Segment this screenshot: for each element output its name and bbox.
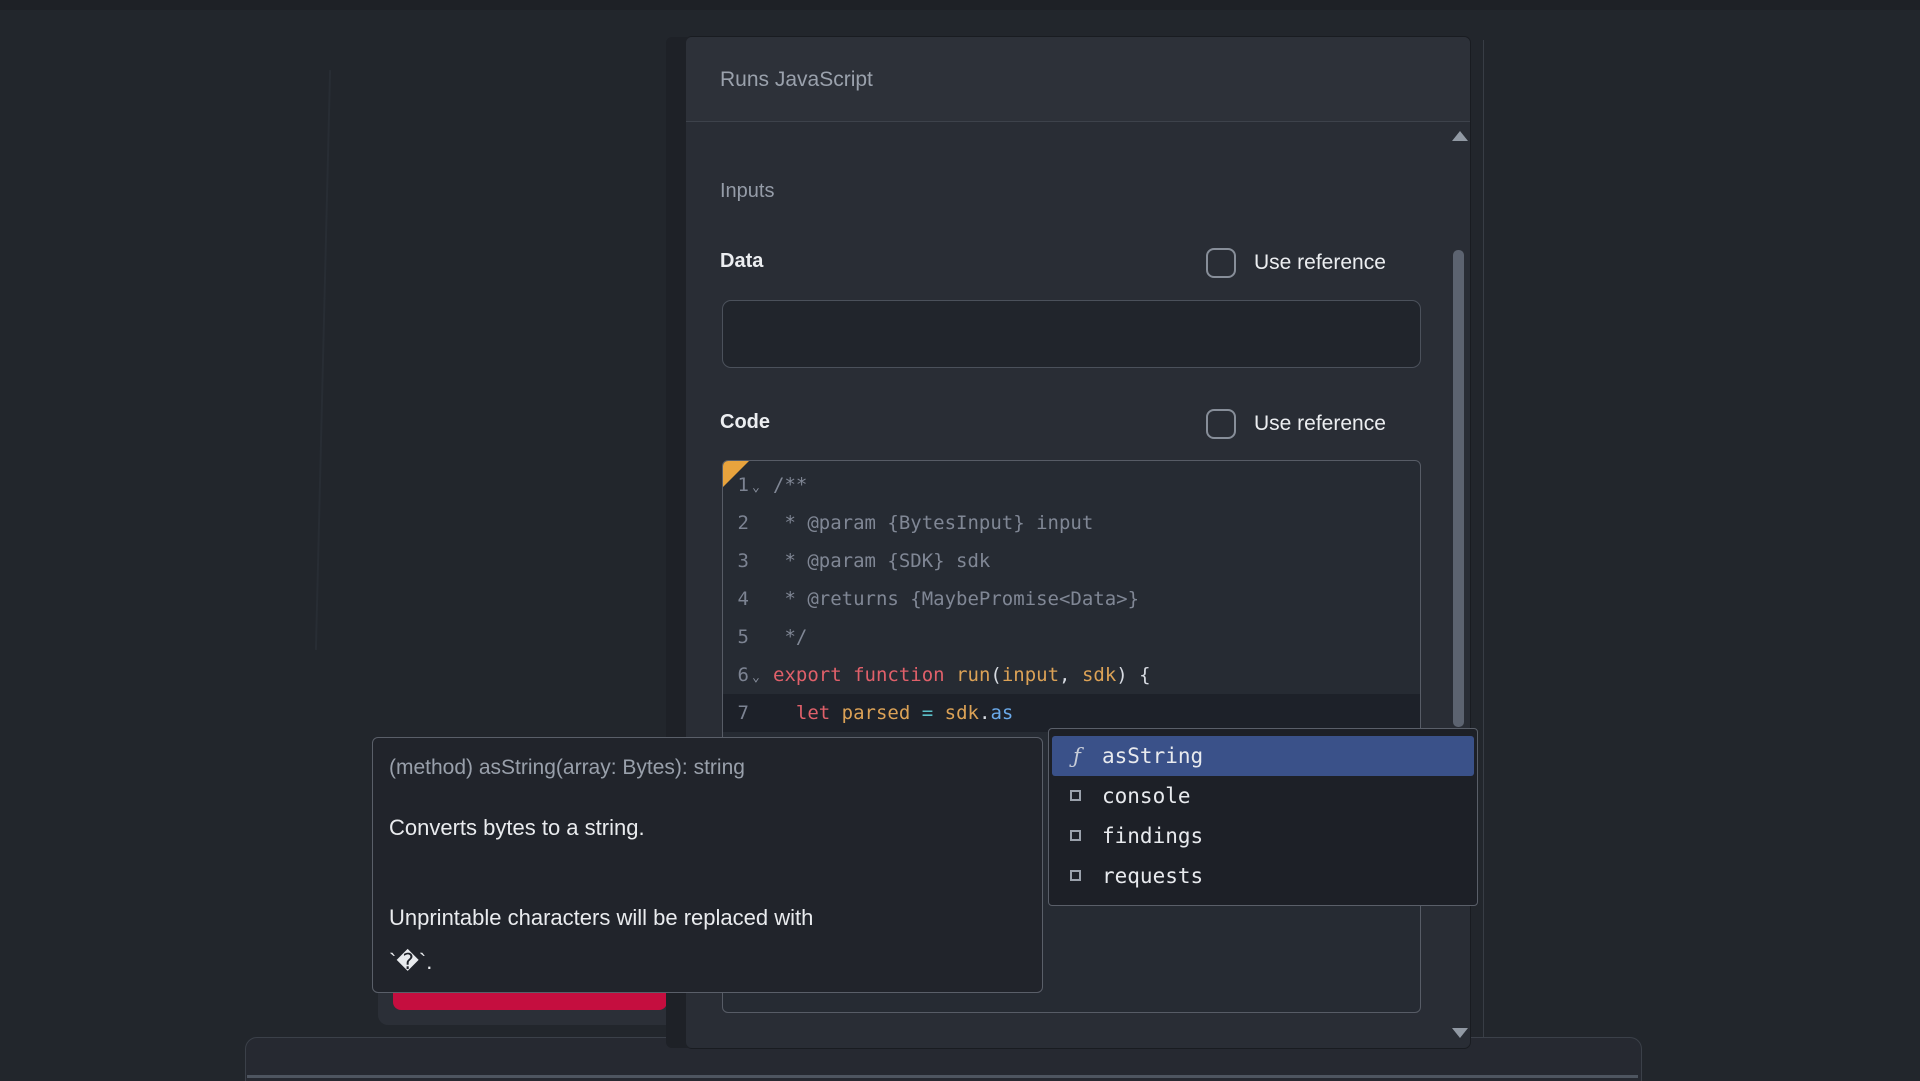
scrollbar-thumb[interactable] [1453, 250, 1464, 727]
code-text: * @returns {MaybePromise<Data>} [773, 580, 1139, 618]
data-use-reference-label: Use reference [1254, 251, 1386, 275]
completion-item-findings[interactable]: findings [1052, 816, 1474, 856]
scroll-up-icon[interactable] [1452, 131, 1468, 141]
data-input[interactable] [722, 300, 1421, 368]
code-line-7[interactable]: 7 let parsed = sdk.as [723, 694, 1420, 732]
panel-title: Runs JavaScript [720, 37, 873, 122]
code-line-1[interactable]: 1⌄/** [723, 466, 1420, 504]
line-number: 5 [723, 618, 749, 656]
function-icon: ƒ [1064, 736, 1090, 776]
variable-icon [1064, 776, 1090, 816]
code-line-4[interactable]: 4 * @returns {MaybePromise<Data>} [723, 580, 1420, 618]
line-number: 2 [723, 504, 749, 542]
workflow-edge-line [315, 70, 331, 650]
code-text: * @param {BytesInput} input [773, 504, 1093, 542]
code-line-6[interactable]: 6⌄export function run(input, sdk) { [723, 656, 1420, 694]
line-number: 1 [723, 466, 749, 504]
completion-label: findings [1102, 816, 1203, 856]
data-use-reference-checkbox[interactable] [1206, 248, 1236, 278]
app-background: { "panel": { "header_title": "Runs JavaS… [0, 0, 1920, 1080]
completion-label: console [1102, 776, 1191, 816]
method-signature: (method) asString(array: Bytes): string [389, 756, 745, 780]
completion-item-console[interactable]: console [1052, 776, 1474, 816]
variable-icon [1064, 856, 1090, 896]
fold-chevron-icon[interactable]: ⌄ [752, 659, 770, 697]
code-use-reference-checkbox[interactable] [1206, 409, 1236, 439]
inputs-section-label: Inputs [720, 180, 774, 203]
code-field-label: Code [720, 411, 770, 434]
fold-chevron-icon[interactable]: ⌄ [752, 469, 770, 507]
variable-icon [1064, 816, 1090, 856]
line-number: 6 [723, 656, 749, 694]
data-field-label: Data [720, 250, 763, 273]
code-text: */ [773, 618, 807, 656]
autocomplete-dropdown: ƒ asStringconsolefindingsrequests [1048, 728, 1478, 906]
completion-info-tooltip: (method) asString(array: Bytes): string … [372, 737, 1043, 993]
line-number: 3 [723, 542, 749, 580]
line-number: 4 [723, 580, 749, 618]
method-note-line1: Unprintable characters will be replaced … [389, 905, 813, 931]
code-line-5[interactable]: 5 */ [723, 618, 1420, 656]
background-panel-divider [1483, 40, 1484, 1037]
method-description: Converts bytes to a string. [389, 815, 645, 841]
code-line-2[interactable]: 2 * @param {BytesInput} input [723, 504, 1420, 542]
completion-item-requests[interactable]: requests [1052, 856, 1474, 896]
code-text: * @param {SDK} sdk [773, 542, 990, 580]
code-line-3[interactable]: 3 * @param {SDK} sdk [723, 542, 1420, 580]
window-top-strip [0, 0, 1920, 10]
method-note-line2: `�`. [389, 949, 432, 975]
scroll-down-icon[interactable] [1452, 1028, 1468, 1038]
completion-label: requests [1102, 856, 1203, 896]
code-text: export function run(input, sdk) { [773, 656, 1151, 694]
panel-header: Runs JavaScript [686, 37, 1470, 122]
line-number: 7 [723, 694, 749, 732]
code-text: let parsed = sdk.as [773, 694, 1013, 732]
code-lines: 1⌄/**2 * @param {BytesInput} input3 * @p… [723, 466, 1420, 732]
code-use-reference-label: Use reference [1254, 412, 1386, 436]
background-bottom-panel-line [247, 1075, 1638, 1078]
code-text: /** [773, 466, 807, 504]
completion-item-asString[interactable]: ƒ asString [1052, 736, 1474, 776]
completion-label: asString [1102, 736, 1203, 776]
